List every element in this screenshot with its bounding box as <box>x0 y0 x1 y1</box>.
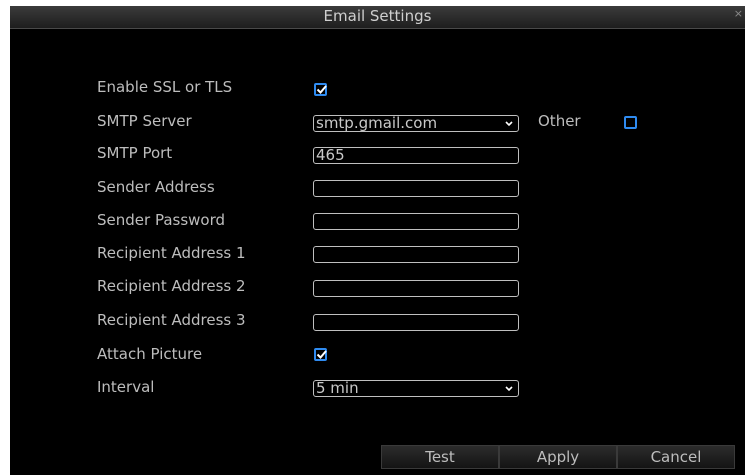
checkmark-icon <box>316 350 327 359</box>
other-checkbox[interactable] <box>624 116 637 129</box>
interval-select[interactable]: 5 min <box>313 380 519 397</box>
chevron-down-icon <box>505 386 513 392</box>
attach-picture-checkbox[interactable] <box>314 348 327 361</box>
title-bar: Email Settings × <box>10 6 745 29</box>
smtp-port-input[interactable]: 465 <box>313 147 519 164</box>
recipient-address-3-input[interactable] <box>313 314 519 331</box>
other-label: Other <box>538 112 581 130</box>
interval-value: 5 min <box>316 379 359 397</box>
smtp-server-select[interactable]: smtp.gmail.com <box>313 115 519 132</box>
sender-address-input[interactable] <box>313 180 519 197</box>
sender-address-label: Sender Address <box>97 178 215 196</box>
email-settings-dialog: Email Settings × Enable SSL or TLS SMTP … <box>10 6 745 475</box>
sender-password-input[interactable] <box>313 213 519 230</box>
dialog-title: Email Settings <box>323 7 432 25</box>
recipient-address-2-label: Recipient Address 2 <box>97 277 246 295</box>
recipient-address-1-label: Recipient Address 1 <box>97 244 246 262</box>
interval-label: Interval <box>97 378 155 396</box>
smtp-server-label: SMTP Server <box>97 112 192 130</box>
smtp-server-value: smtp.gmail.com <box>316 114 438 132</box>
recipient-address-2-input[interactable] <box>313 280 519 297</box>
enable-ssl-label: Enable SSL or TLS <box>97 78 233 96</box>
recipient-address-3-label: Recipient Address 3 <box>97 311 246 329</box>
test-button[interactable]: Test <box>381 445 499 469</box>
sender-password-label: Sender Password <box>97 211 226 229</box>
cancel-button[interactable]: Cancel <box>617 445 735 469</box>
attach-picture-label: Attach Picture <box>97 345 203 363</box>
chevron-down-icon <box>505 121 513 127</box>
enable-ssl-checkbox[interactable] <box>314 83 327 96</box>
recipient-address-1-input[interactable] <box>313 246 519 263</box>
close-icon[interactable]: × <box>734 7 743 20</box>
checkmark-icon <box>316 85 327 94</box>
smtp-port-label: SMTP Port <box>97 144 173 162</box>
apply-button[interactable]: Apply <box>499 445 617 469</box>
